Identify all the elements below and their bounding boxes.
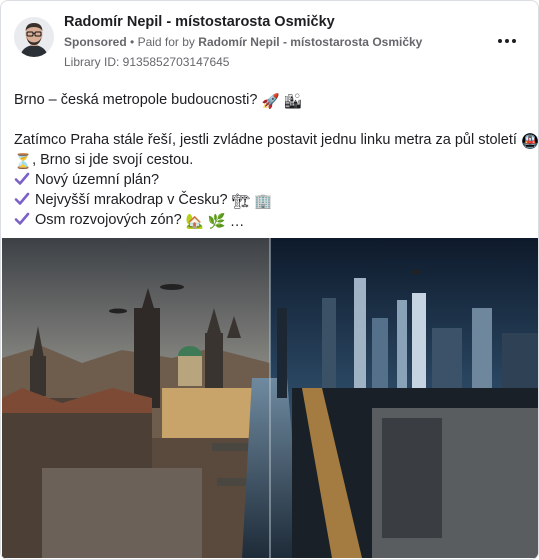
text-line-1: Brno – česká metropole budoucnosti? 🚀 🏙	[14, 90, 529, 110]
bullet-item: Nejvyšší mrakodrap v Česku? 🏗 🏢	[14, 190, 529, 210]
library-id: Library ID: 9135852703147645	[64, 55, 230, 69]
post-text: Brno – česká metropole budoucnosti? 🚀 🏙 …	[14, 90, 538, 230]
crane-building-emoji-icon: 🏗 🏢	[231, 194, 273, 210]
text-line-2: Zatímco Praha stále řeší, jestli zvládne…	[14, 130, 538, 150]
rocket-city-emoji-icon: 🚀 🏙	[261, 94, 302, 110]
text-line-3: ⏳, Brno si jde svojí cestou.	[14, 150, 529, 170]
paid-for-prefix: Paid for by	[137, 35, 195, 49]
check-mark-icon	[14, 212, 30, 225]
bullet-item: Nový územní plán?	[14, 170, 529, 190]
hourglass-emoji-icon: ⏳	[14, 154, 33, 170]
house-herb-emoji-icon: 🏡 🌿 …	[185, 214, 245, 230]
metro-emoji-icon: 🚇	[520, 134, 539, 150]
author-name[interactable]: Radomír Nepil - místostarosta Osmičky	[64, 14, 335, 30]
praha-sentence: Zatímco Praha stále řeší, jestli zvládne…	[14, 132, 517, 148]
post-image[interactable]	[2, 238, 538, 558]
ad-post-card: Radomír Nepil - místostarosta Osmičky Sp…	[0, 0, 539, 560]
bullet-item: Osm rozvojových zón? 🏡 🌿 …	[14, 210, 529, 230]
meta-separator: •	[130, 35, 135, 49]
more-horizontal-icon[interactable]	[495, 29, 519, 53]
city-split-illustration	[2, 238, 538, 558]
avatar[interactable]	[14, 17, 54, 57]
check-mark-icon	[14, 172, 30, 185]
brno-sentence: , Brno si jde svojí cestou.	[32, 152, 194, 168]
check-mark-icon	[14, 192, 30, 205]
bullet-text: Nový územní plán?	[35, 172, 160, 188]
headline-text: Brno – česká metropole budoucnosti?	[14, 92, 258, 108]
avatar-photo	[14, 17, 54, 57]
sponsored-line: Sponsored • Paid for by Radomír Nepil - …	[64, 35, 422, 49]
sponsored-label[interactable]: Sponsored	[64, 35, 127, 49]
bullet-text: Nejvyšší mrakodrap v Česku?	[35, 192, 228, 208]
paid-for-by[interactable]: Radomír Nepil - místostarosta Osmičky	[198, 35, 422, 49]
bullet-text: Osm rozvojových zón?	[35, 212, 182, 228]
